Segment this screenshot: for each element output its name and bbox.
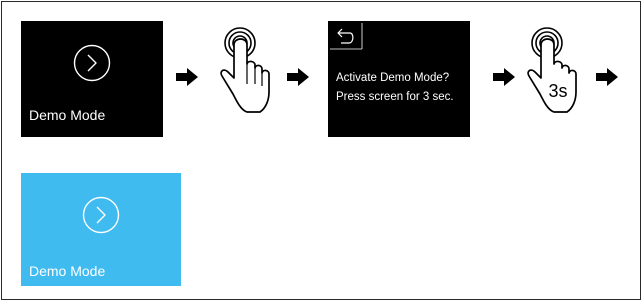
arrow-right-icon [596,68,618,86]
hold-duration-label: 3s [548,81,567,101]
arrow-right-icon [287,68,309,86]
play-circle-icon [73,44,111,82]
confirm-message-line2: Press screen for 3 sec. [336,91,454,103]
demo-mode-active-screen[interactable]: Demo Mode [21,173,181,286]
tap-finger-icon [220,27,270,113]
confirm-demo-screen[interactable]: Activate Demo Mode? Press screen for 3 s… [328,21,470,137]
back-arrow-icon[interactable] [328,21,364,51]
demo-mode-screen[interactable]: Demo Mode [21,21,163,137]
press-hold-finger-icon: 3s [527,27,577,113]
demo-mode-label: Demo Mode [29,107,106,123]
diagram-frame: Demo Mode Activate Demo Mode? Press scre… [1,1,641,300]
confirm-message-line1: Activate Demo Mode? [336,72,450,84]
play-circle-icon [82,196,120,234]
demo-mode-label: Demo Mode [29,263,106,279]
arrow-right-icon [176,68,198,86]
arrow-right-icon [493,68,515,86]
